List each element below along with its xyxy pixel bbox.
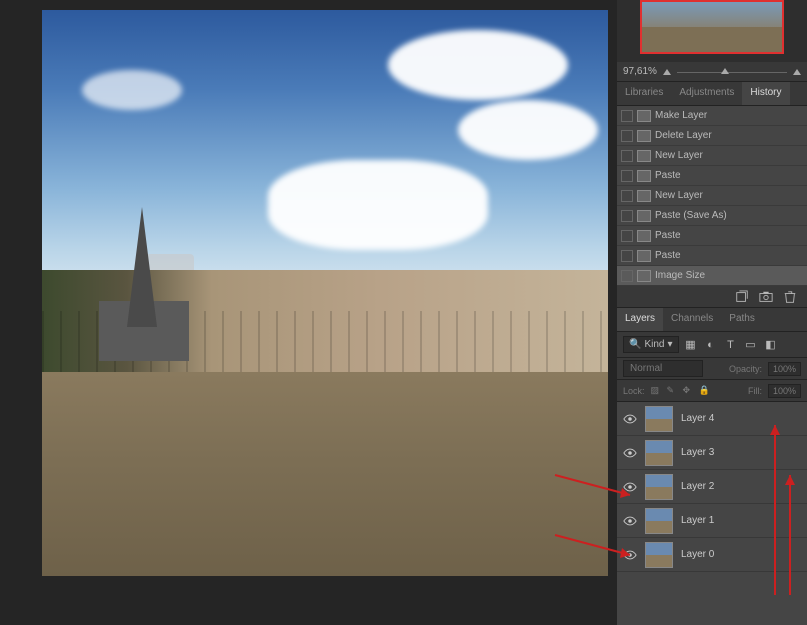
- visibility-eye-icon[interactable]: [623, 446, 637, 460]
- filter-pixel-icon[interactable]: ▦: [683, 337, 699, 353]
- canvas-image: [42, 10, 608, 576]
- tab-layers[interactable]: Layers: [617, 308, 663, 331]
- layers-list: Layer 4 Layer 3 Layer 2 Layer 1 Layer 0: [617, 402, 807, 625]
- trash-icon[interactable]: [783, 290, 797, 304]
- history-item[interactable]: Paste: [617, 246, 807, 266]
- opacity-value[interactable]: 100%: [768, 362, 801, 376]
- zoom-slider-thumb[interactable]: [721, 68, 729, 74]
- blend-row: Normal Opacity: 100%: [617, 358, 807, 380]
- history-state-icon: [637, 190, 651, 202]
- tab-paths[interactable]: Paths: [721, 308, 763, 331]
- layer-thumbnail: [645, 542, 673, 568]
- layer-thumbnail: [645, 474, 673, 500]
- history-item[interactable]: Paste: [617, 166, 807, 186]
- layer-item[interactable]: Layer 3: [617, 436, 807, 470]
- create-document-icon[interactable]: [735, 290, 749, 304]
- history-item[interactable]: Make Layer: [617, 106, 807, 126]
- lock-row: Lock: ▨ ✎ ✥ 🔒 Fill: 100%: [617, 380, 807, 402]
- search-icon: 🔍: [629, 339, 641, 350]
- layer-item[interactable]: Layer 4: [617, 402, 807, 436]
- layer-item[interactable]: Layer 1: [617, 504, 807, 538]
- history-item[interactable]: New Layer: [617, 146, 807, 166]
- history-state-icon: [637, 170, 651, 182]
- history-state-icon: [637, 110, 651, 122]
- tab-history[interactable]: History: [742, 82, 789, 105]
- history-state-icon: [637, 210, 651, 222]
- document-canvas[interactable]: [42, 10, 608, 576]
- visibility-eye-icon[interactable]: [623, 548, 637, 562]
- fill-label: Fill:: [748, 386, 762, 396]
- layer-thumbnail: [645, 440, 673, 466]
- blend-mode-dropdown[interactable]: Normal: [623, 360, 703, 377]
- zoom-bar: 97,61%: [617, 62, 807, 82]
- history-state-icon: [637, 250, 651, 262]
- history-item[interactable]: New Layer: [617, 186, 807, 206]
- layer-thumbnail: [645, 508, 673, 534]
- lock-label: Lock:: [623, 386, 645, 396]
- lock-all-icon[interactable]: 🔒: [699, 385, 711, 397]
- history-list: Make Layer Delete Layer New Layer Paste …: [617, 106, 807, 286]
- visibility-eye-icon[interactable]: [623, 514, 637, 528]
- fill-value[interactable]: 100%: [768, 384, 801, 398]
- lock-position-icon[interactable]: ✥: [683, 385, 695, 397]
- layer-thumbnail: [645, 406, 673, 432]
- lock-brush-icon[interactable]: ✎: [667, 385, 679, 397]
- navigator-panel: [617, 0, 807, 62]
- history-state-icon: [637, 230, 651, 242]
- history-state-icon: [637, 130, 651, 142]
- snapshot-icon[interactable]: [759, 290, 773, 304]
- filter-smart-icon[interactable]: ◧: [763, 337, 779, 353]
- opacity-label: Opacity:: [729, 364, 762, 374]
- zoom-out-icon[interactable]: [663, 69, 671, 75]
- tab-channels[interactable]: Channels: [663, 308, 721, 331]
- tab-libraries[interactable]: Libraries: [617, 82, 671, 105]
- zoom-slider[interactable]: [677, 65, 787, 79]
- history-footer: [617, 286, 807, 308]
- navigator-thumbnail[interactable]: [640, 0, 784, 54]
- filter-kind-dropdown[interactable]: 🔍 Kind ▾: [623, 336, 679, 353]
- layer-filter-bar: 🔍 Kind ▾ ▦ ◐ T ▭ ◧: [617, 332, 807, 358]
- history-item[interactable]: Image Size: [617, 266, 807, 286]
- history-item[interactable]: Paste (Save As): [617, 206, 807, 226]
- zoom-in-icon[interactable]: [793, 69, 801, 75]
- visibility-eye-icon[interactable]: [623, 480, 637, 494]
- layer-item[interactable]: Layer 0: [617, 538, 807, 572]
- history-state-icon: [637, 150, 651, 162]
- zoom-value[interactable]: 97,61%: [623, 66, 657, 77]
- tab-adjustments[interactable]: Adjustments: [671, 82, 742, 105]
- chevron-down-icon: ▾: [667, 339, 672, 350]
- history-state-icon: [637, 270, 651, 282]
- visibility-eye-icon[interactable]: [623, 412, 637, 426]
- panel-tabs-layers: Layers Channels Paths: [617, 308, 807, 332]
- filter-adjustment-icon[interactable]: ◐: [703, 337, 719, 353]
- lock-transparency-icon[interactable]: ▨: [651, 385, 663, 397]
- filter-shape-icon[interactable]: ▭: [743, 337, 759, 353]
- history-item[interactable]: Paste: [617, 226, 807, 246]
- layer-item[interactable]: Layer 2: [617, 470, 807, 504]
- panel-tabs-history: Libraries Adjustments History: [617, 82, 807, 106]
- history-item[interactable]: Delete Layer: [617, 126, 807, 146]
- filter-type-icon[interactable]: T: [723, 337, 739, 353]
